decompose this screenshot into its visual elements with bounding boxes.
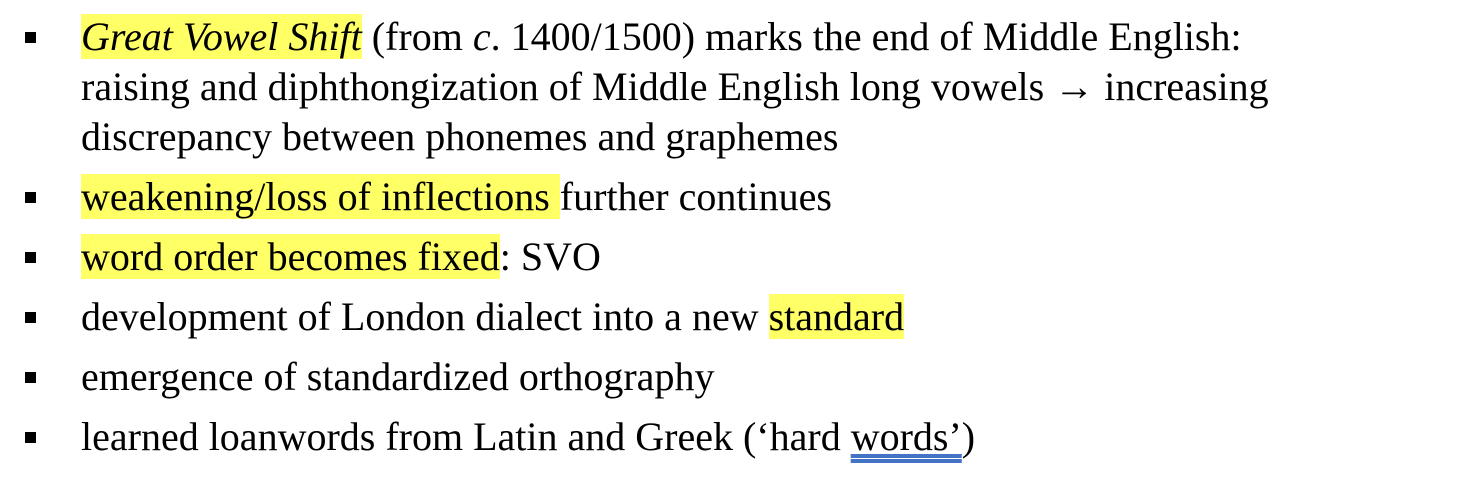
bullet-line: word order becomes fixed: SVO [81,232,1472,282]
highlighted-text: Great Vowel Shift [81,14,362,59]
highlighted-text: word order becomes fixed [81,234,500,279]
bullet-item: learned loanwords from Latin and Greek (… [0,412,1472,462]
document-page: Great Vowel Shift (from c. 1400/1500) ma… [0,0,1472,486]
text-segment: discrepancy between phonemes and graphem… [81,114,839,159]
bullet-item: weakening/loss of inflections further co… [0,172,1472,222]
underlined-text: words’ [850,414,962,459]
text-segment: further continues [559,174,832,219]
bullet-line: discrepancy between phonemes and graphem… [81,112,1472,162]
square-bullet-icon [25,432,36,443]
bullet-line: Great Vowel Shift (from c. 1400/1500) ma… [81,12,1472,62]
text-segment: emergence of standardized orthography [81,354,715,399]
bullet-line: weakening/loss of inflections further co… [81,172,1472,222]
bullet-item: word order becomes fixed: SVO [0,232,1472,282]
bullet-list: Great Vowel Shift (from c. 1400/1500) ma… [0,12,1472,472]
bullet-item: Great Vowel Shift (from c. 1400/1500) ma… [0,12,1472,162]
highlighted-text: weakening/loss of inflections [81,174,560,219]
square-bullet-icon [25,312,36,323]
bullet-line: development of London dialect into a new… [81,292,1472,342]
text-segment: learned loanwords from Latin and Greek (… [81,414,851,459]
text-segment: (from [361,14,473,59]
bullet-line: emergence of standardized orthography [81,352,1472,402]
bullet-line: learned loanwords from Latin and Greek (… [81,412,1472,462]
text-segment: c [472,14,491,59]
text-segment: . 1400/1500) marks the end of Middle Eng… [490,14,1242,59]
square-bullet-icon [25,32,36,43]
text-segment: ) [961,414,976,459]
bullet-item: emergence of standardized orthography [0,352,1472,402]
bullet-item: development of London dialect into a new… [0,292,1472,342]
text-segment: development of London dialect into a new [81,294,769,339]
square-bullet-icon [25,372,36,383]
square-bullet-icon [25,192,36,203]
text-segment: raising and diphthongization of Middle E… [81,64,1269,109]
square-bullet-icon [25,252,36,263]
highlighted-text: standard [768,294,905,339]
text-segment: : SVO [499,234,601,279]
bullet-line: raising and diphthongization of Middle E… [81,62,1472,112]
